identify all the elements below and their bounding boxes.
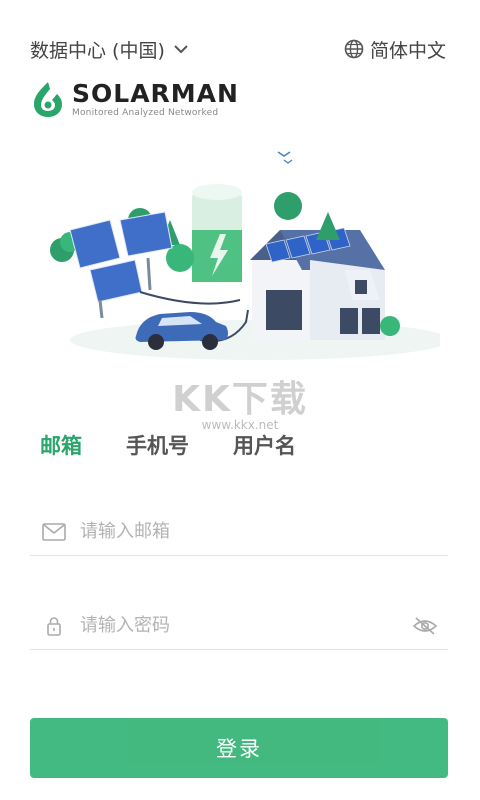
hero-illustration xyxy=(50,151,440,360)
password-input[interactable] xyxy=(80,615,412,636)
chevron-down-icon xyxy=(174,45,188,54)
globe-icon xyxy=(344,39,364,59)
tab-username[interactable]: 用户名 xyxy=(233,430,296,460)
top-bar: 数据中心 (中国) 简体中文 xyxy=(30,34,446,64)
tab-email[interactable]: 邮箱 xyxy=(34,428,82,460)
data-center-selector[interactable]: 数据中心 (中国) xyxy=(30,36,189,63)
language-label: 简体中文 xyxy=(369,39,446,62)
brand-tagline: Monitored Analyzed Networked xyxy=(72,107,219,118)
tab-phone[interactable]: 手机号 xyxy=(126,430,189,460)
login-method-tabs: 邮箱 手机号 用户名 xyxy=(34,428,340,460)
brand-name: SOLARMAN xyxy=(72,78,239,108)
solarman-logo-icon xyxy=(34,82,62,117)
lock-icon xyxy=(47,616,61,636)
password-field-row xyxy=(30,602,448,650)
data-center-label: 数据中心 (中国) xyxy=(30,39,165,62)
mail-icon xyxy=(42,522,66,541)
language-selector[interactable]: 简体中文 xyxy=(344,36,446,63)
solarman-logo: SOLARMAN Monitored Analyzed Networked xyxy=(30,80,239,118)
login-button[interactable]: 登录 xyxy=(30,718,448,778)
email-field-row xyxy=(30,508,448,556)
eye-hidden-icon[interactable] xyxy=(412,616,438,636)
email-input[interactable] xyxy=(80,521,448,542)
